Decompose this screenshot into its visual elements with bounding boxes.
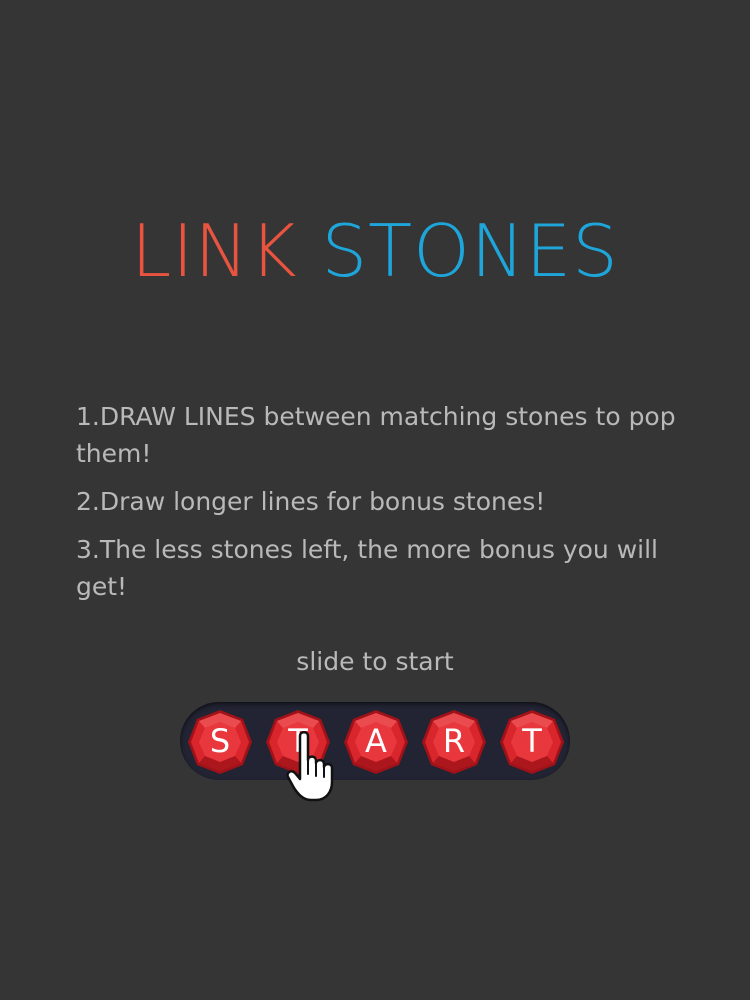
game-title: LINK STONES: [0, 208, 750, 294]
stone-letter: R: [442, 722, 466, 760]
stone-a[interactable]: A: [342, 708, 410, 776]
stone-t-last[interactable]: T: [498, 708, 566, 776]
pointing-hand-icon[interactable]: [286, 730, 348, 804]
instruction-2: 2.Draw longer lines for bonus stones!: [76, 487, 546, 516]
title-word-stones: STONES: [321, 209, 619, 293]
instruction-3: 3.The less stones left, the more bonus y…: [76, 535, 658, 601]
stone-letter: T: [522, 722, 542, 760]
instructions: 1.DRAW LINES between matching stones to …: [76, 398, 686, 616]
stone-letter: S: [209, 722, 231, 760]
stone-r[interactable]: R: [420, 708, 488, 776]
title-word-link: LINK: [131, 209, 298, 293]
instruction-1: 1.DRAW LINES between matching stones to …: [76, 402, 676, 468]
stone-letter: A: [365, 722, 387, 760]
stone-s[interactable]: S: [186, 708, 254, 776]
slide-to-start-label: slide to start: [296, 647, 454, 676]
